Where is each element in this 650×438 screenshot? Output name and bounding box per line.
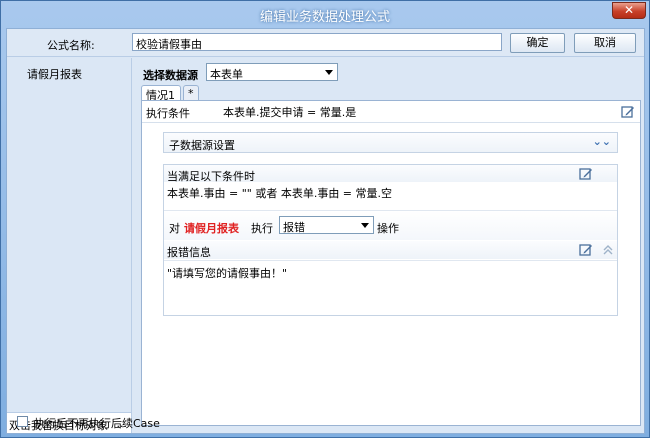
error-message-box[interactable]: "请填写您的请假事由！" (164, 260, 617, 315)
rule-action-row: 对 请假月报表 执行 报错 操作 (164, 210, 617, 240)
execute-condition-label: 执行条件 (146, 107, 190, 120)
execute-condition-row: 执行条件 本表单.提交申请 = 常量.是 (142, 101, 640, 123)
target-item-leave-report[interactable]: 请假月报表 (27, 66, 82, 82)
action-selected: 报错 (283, 221, 305, 234)
action-target-prefix: 对 (169, 222, 180, 235)
action-select[interactable]: 报错 (279, 216, 374, 234)
no-subsequent-label: 执行后不再执行后续Case (34, 417, 160, 430)
sub-datasource-title: 子数据源设置 (169, 139, 235, 152)
execute-condition-value[interactable]: 本表单.提交申请 = 常量.是 (219, 102, 619, 121)
edit-icon[interactable] (579, 243, 593, 257)
title-bar[interactable]: 编辑业务数据处理公式 ✕ (1, 1, 649, 28)
datasource-select[interactable]: 本表单 (206, 63, 338, 81)
edit-icon[interactable] (621, 105, 635, 119)
datasource-label: 选择数据源 (143, 69, 198, 82)
no-subsequent-checkbox[interactable] (17, 416, 28, 427)
action-exec-label: 执行 (251, 222, 273, 235)
error-info-header: 报错信息 (164, 241, 617, 259)
collapse-chevron-icon[interactable] (601, 243, 615, 257)
cancel-button[interactable]: 取消 (574, 33, 636, 53)
tab-add-case[interactable]: * (183, 85, 199, 100)
window-title: 编辑业务数据处理公式 (259, 10, 390, 25)
when-condition-label: 当满足以下条件时 (167, 170, 255, 183)
action-target-name[interactable]: 请假月报表 (184, 220, 239, 236)
main-panel: 选择数据源 本表单 情况1 * 执行条件 本表单.提交申请 = 常量.是 子数据… (133, 58, 644, 433)
case-tab-body: 执行条件 本表单.提交申请 = 常量.是 子数据源设置 ⌄⌄ 当满足以下条件时 (141, 100, 641, 426)
formula-name-row: 公式名称: 校验请假事由 确定 取消 (7, 29, 644, 57)
dialog-window: 编辑业务数据处理公式 ✕ 公式名称: 校验请假事由 确定 取消 请假月报表 双击… (0, 0, 650, 438)
ok-button[interactable]: 确定 (510, 33, 565, 53)
close-button[interactable]: ✕ (612, 2, 646, 19)
action-op-label: 操作 (377, 222, 399, 235)
formula-name-input[interactable]: 校验请假事由 (132, 33, 502, 51)
rule-condition-text: 本表单.事由 = "" 或者 本表单.事由 = 常量.空 (167, 187, 393, 200)
error-message-text: "请填写您的请假事由！" (167, 267, 288, 280)
edit-icon[interactable] (579, 167, 593, 181)
rule-condition-header: 当满足以下条件时 (164, 165, 617, 183)
target-object-list: 请假月报表 双击我替换目标对象 ... (7, 58, 132, 433)
datasource-selected: 本表单 (210, 68, 243, 81)
dropdown-arrow-icon (325, 70, 333, 75)
formula-name-label: 公式名称: (47, 39, 95, 52)
dropdown-arrow-icon (361, 223, 369, 228)
dialog-client: 公式名称: 校验请假事由 确定 取消 请假月报表 双击我替换目标对象 ... 选… (6, 28, 645, 434)
expand-chevron-icon[interactable]: ⌄⌄ (593, 135, 611, 148)
sub-datasource-panel[interactable]: 子数据源设置 ⌄⌄ (163, 132, 618, 153)
rule-group: 当满足以下条件时 本表单.事由 = "" 或者 本表单.事由 = 常量.空 对 … (163, 164, 618, 316)
tab-case-1[interactable]: 情况1 (141, 85, 181, 102)
error-info-label: 报错信息 (167, 246, 211, 259)
